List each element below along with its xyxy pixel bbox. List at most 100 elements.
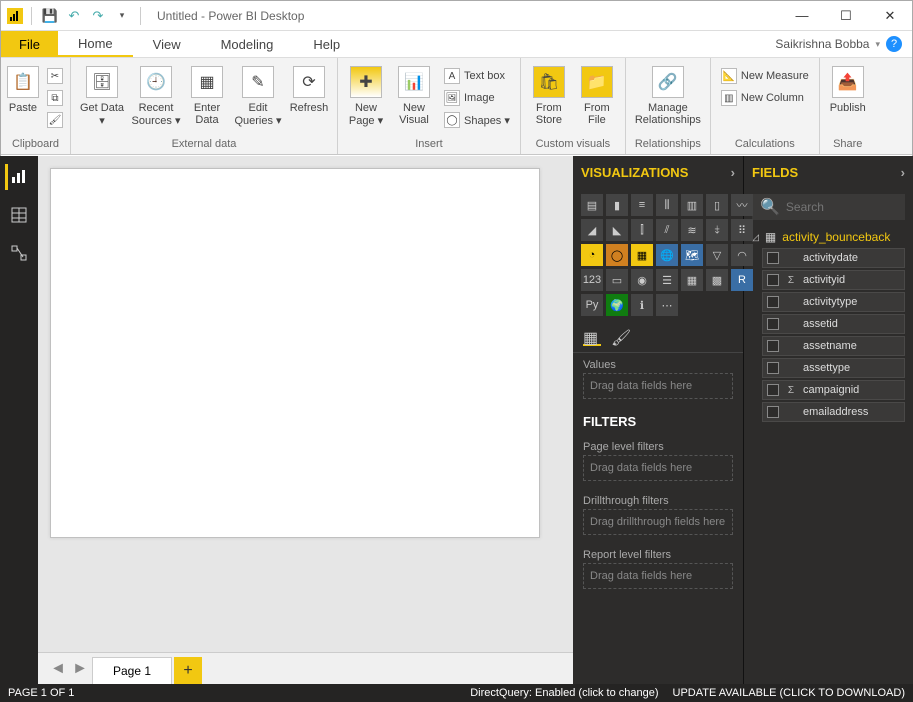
field-checkbox[interactable] — [767, 406, 779, 418]
viz-stacked-area-icon[interactable]: ◣ — [606, 219, 628, 241]
page-tab-1[interactable]: Page 1 — [92, 657, 172, 685]
viz-treemap-icon[interactable]: ▦ — [631, 244, 653, 266]
field-activitydate[interactable]: activitydate — [762, 248, 905, 268]
viz-funnel-icon[interactable]: ▽ — [706, 244, 728, 266]
new-page-button[interactable]: ✚New Page ▾ — [344, 62, 388, 136]
viz-line-stacked-col-icon[interactable]: ⫿ — [631, 219, 653, 241]
viz-filled-map-icon[interactable]: 🗺 — [681, 244, 703, 266]
field-activityid[interactable]: Σactivityid — [762, 270, 905, 290]
edit-queries-button[interactable]: ✎Edit Queries ▾ — [233, 62, 283, 136]
fields-collapse-button[interactable]: › — [901, 165, 905, 180]
fields-tool-icon[interactable]: ▦ — [583, 328, 601, 346]
viz-more-icon[interactable]: ⋯ — [656, 294, 678, 316]
modeling-tab[interactable]: Modeling — [201, 31, 294, 57]
paste-button[interactable]: 📋 Paste — [7, 62, 39, 136]
file-menu[interactable]: File — [1, 31, 58, 57]
format-tool-icon[interactable]: 🖌 — [611, 328, 629, 346]
field-emailaddress[interactable]: emailaddress — [762, 402, 905, 422]
viz-arcgis-icon[interactable]: 🌍 — [606, 294, 628, 316]
from-store-button[interactable]: 🛍From Store — [527, 62, 571, 136]
field-checkbox[interactable] — [767, 384, 779, 396]
close-button[interactable]: ✕ — [868, 1, 912, 31]
qat-customize-icon[interactable]: ▾ — [112, 6, 132, 26]
textbox-button[interactable]: AText box — [440, 66, 514, 86]
model-view-button[interactable] — [6, 240, 32, 266]
viz-gauge-icon[interactable]: ◠ — [731, 244, 753, 266]
minimize-button[interactable]: — — [780, 1, 824, 31]
viz-multi-card-icon[interactable]: ▭ — [606, 269, 628, 291]
table-header[interactable]: ◿ ▦ activity_bounceback — [744, 226, 913, 248]
field-checkbox[interactable] — [767, 340, 779, 352]
new-visual-button[interactable]: 📊New Visual — [392, 62, 436, 136]
viz-clustered-bar-icon[interactable]: ≡ — [631, 194, 653, 216]
viz-table-icon[interactable]: ▦ — [681, 269, 703, 291]
recent-sources-button[interactable]: 🕘Recent Sources ▾ — [131, 62, 181, 136]
viz-collapse-button[interactable]: › — [731, 165, 735, 180]
home-tab[interactable]: Home — [58, 31, 133, 57]
field-checkbox[interactable] — [767, 362, 779, 374]
viz-100-column-icon[interactable]: ▯ — [706, 194, 728, 216]
viz-line-icon[interactable]: 〰 — [731, 194, 753, 216]
viz-ribbon-icon[interactable]: ≋ — [681, 219, 703, 241]
viz-keyinf-icon[interactable]: ℹ — [631, 294, 653, 316]
viz-pie-icon[interactable]: ◔ — [581, 244, 603, 266]
viz-r-visual-icon[interactable]: R — [731, 269, 753, 291]
report-view-button[interactable] — [5, 164, 31, 190]
new-column-button[interactable]: ▥New Column — [717, 88, 813, 108]
viz-matrix-icon[interactable]: ▩ — [706, 269, 728, 291]
page-next-button[interactable]: ► — [70, 659, 90, 679]
report-filters-dropzone[interactable]: Drag data fields here — [583, 563, 733, 589]
field-assetname[interactable]: assetname — [762, 336, 905, 356]
from-file-button[interactable]: 📁From File — [575, 62, 619, 136]
manage-relationships-button[interactable]: 🔗Manage Relationships — [632, 62, 704, 136]
enter-data-button[interactable]: ▦Enter Data — [185, 62, 229, 136]
viz-scatter-icon[interactable]: ⠿ — [731, 219, 753, 241]
help-tab[interactable]: Help — [293, 31, 360, 57]
view-tab[interactable]: View — [133, 31, 201, 57]
format-painter-button[interactable]: 🖌 — [43, 110, 67, 130]
save-icon[interactable]: 💾 — [40, 6, 60, 26]
viz-stacked-bar-icon[interactable]: ▤ — [581, 194, 603, 216]
field-assettype[interactable]: assettype — [762, 358, 905, 378]
viz-map-icon[interactable]: 🌐 — [656, 244, 678, 266]
refresh-button[interactable]: ⟳Refresh — [287, 62, 331, 136]
field-campaignid[interactable]: Σcampaignid — [762, 380, 905, 400]
report-canvas[interactable] — [50, 168, 540, 538]
status-directquery[interactable]: DirectQuery: Enabled (click to change) — [470, 687, 658, 699]
field-checkbox[interactable] — [767, 274, 779, 286]
viz-100-bar-icon[interactable]: ▥ — [681, 194, 703, 216]
page-filters-dropzone[interactable]: Drag data fields here — [583, 455, 733, 481]
viz-stacked-column-icon[interactable]: ▮ — [606, 194, 628, 216]
page-prev-button[interactable]: ◄ — [48, 659, 68, 679]
status-update[interactable]: UPDATE AVAILABLE (CLICK TO DOWNLOAD) — [673, 687, 905, 699]
viz-line-clustered-col-icon[interactable]: ⫽ — [656, 219, 678, 241]
field-checkbox[interactable] — [767, 318, 779, 330]
viz-kpi-icon[interactable]: ◉ — [631, 269, 653, 291]
viz-slicer-icon[interactable]: ☰ — [656, 269, 678, 291]
maximize-button[interactable]: ☐ — [824, 1, 868, 31]
viz-waterfall-icon[interactable]: ⤈ — [706, 219, 728, 241]
get-data-button[interactable]: 🗄Get Data ▾ — [77, 62, 127, 136]
image-button[interactable]: 🖼Image — [440, 88, 514, 108]
values-dropzone[interactable]: Drag data fields here — [583, 373, 733, 399]
viz-donut-icon[interactable]: ◯ — [606, 244, 628, 266]
chevron-down-icon[interactable]: ▾ — [875, 39, 880, 50]
new-measure-button[interactable]: 📐New Measure — [717, 66, 813, 86]
field-assetid[interactable]: assetid — [762, 314, 905, 334]
fields-search[interactable]: 🔍 — [752, 194, 905, 220]
cut-button[interactable]: ✂ — [43, 66, 67, 86]
viz-clustered-column-icon[interactable]: ⫼ — [656, 194, 678, 216]
field-checkbox[interactable] — [767, 296, 779, 308]
fields-search-input[interactable] — [786, 200, 913, 214]
viz-python-icon[interactable]: Py — [581, 294, 603, 316]
drill-filters-dropzone[interactable]: Drag drillthrough fields here — [583, 509, 733, 535]
viz-area-icon[interactable]: ◢ — [581, 219, 603, 241]
field-activitytype[interactable]: activitytype — [762, 292, 905, 312]
add-page-button[interactable]: + — [174, 657, 202, 685]
publish-button[interactable]: 📤Publish — [826, 62, 870, 136]
shapes-button[interactable]: ◯Shapes ▾ — [440, 110, 514, 130]
help-icon[interactable]: ? — [886, 36, 902, 52]
viz-card-icon[interactable]: 123 — [581, 269, 603, 291]
field-checkbox[interactable] — [767, 252, 779, 264]
copy-button[interactable]: ⧉ — [43, 88, 67, 108]
